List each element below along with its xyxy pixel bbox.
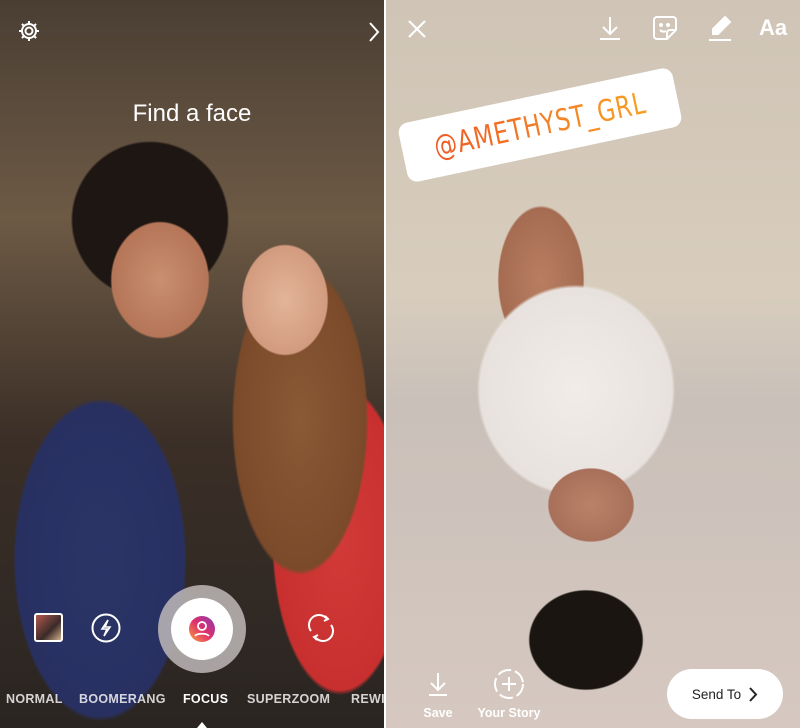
flip-camera-icon[interactable] [304,612,338,644]
active-mode-indicator [197,722,207,728]
add-story-icon[interactable] [492,667,526,701]
mode-rewind[interactable]: REWI [351,692,384,706]
focus-shutter-icon [189,616,215,642]
camera-mode-selector[interactable]: NORMAL BOOMERANG FOCUS SUPERZOOM REWI [0,692,384,708]
camera-screen: Find a face NORMAL BOOMERANG FOCUS SUPER… [0,0,384,728]
text-tool-button[interactable]: Aa [756,14,790,42]
gear-icon[interactable] [16,18,42,44]
draw-icon[interactable] [704,13,734,43]
save-download-icon[interactable] [426,670,450,698]
save-button[interactable]: Save [418,706,458,720]
mode-boomerang[interactable]: BOOMERANG [79,692,166,706]
send-to-label: Send To [691,686,742,702]
send-to-button[interactable]: Send To [667,669,783,719]
mode-focus[interactable]: FOCUS [183,692,228,706]
flash-icon[interactable] [90,612,122,644]
download-icon[interactable] [596,14,624,42]
find-face-prompt: Find a face [132,100,252,127]
close-icon[interactable] [404,16,430,42]
chevron-right-icon [749,686,758,702]
chevron-right-icon[interactable] [366,20,382,44]
sticker-icon[interactable] [650,13,680,43]
shutter-button[interactable] [158,585,246,673]
mode-normal[interactable]: NORMAL [6,692,63,706]
gallery-thumbnail[interactable] [34,613,63,642]
your-story-button[interactable]: Your Story [470,706,548,720]
mode-superzoom[interactable]: SUPERZOOM [247,692,330,706]
